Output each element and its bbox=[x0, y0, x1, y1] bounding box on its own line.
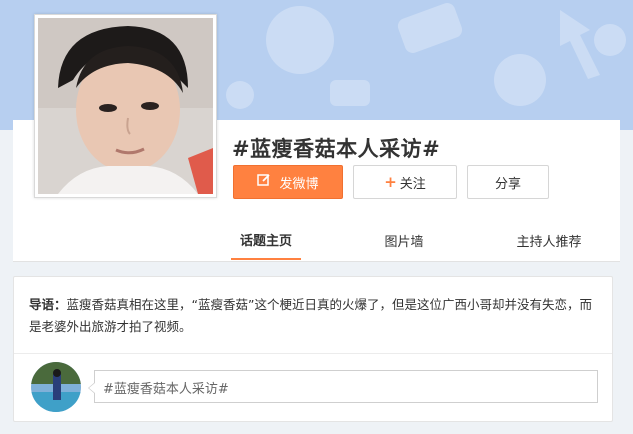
edit-icon bbox=[257, 173, 271, 191]
user-avatar[interactable] bbox=[31, 362, 81, 412]
post-weibo-button[interactable]: 发微博 bbox=[233, 165, 343, 199]
intro-panel: 导语：蓝瘦香菇真相在这里，“蓝瘦香菇”这个梗近日真的火爆了，但是这位广西小哥却并… bbox=[13, 276, 613, 422]
topic-title: #蓝瘦香菇本人采访# bbox=[232, 137, 441, 161]
plus-icon: + bbox=[384, 173, 397, 191]
share-button[interactable]: 分享 bbox=[467, 165, 549, 199]
compose-text: #蓝瘦香菇本人采访# bbox=[103, 382, 229, 397]
intro-body: 蓝瘦香菇真相在这里，“蓝瘦香菇”这个梗近日真的火爆了，但是这位广西小哥却并没有失… bbox=[29, 297, 592, 334]
tab-picture-wall[interactable]: 图片墙 bbox=[369, 220, 439, 260]
topic-avatar bbox=[34, 14, 217, 198]
follow-label: 关注 bbox=[399, 176, 426, 192]
share-label: 分享 bbox=[494, 176, 521, 192]
user-avatar-image bbox=[31, 362, 81, 412]
tab-host-recommend[interactable]: 主持人推荐 bbox=[499, 220, 599, 260]
divider bbox=[14, 353, 612, 354]
tab-topic-home[interactable]: 话题主页 bbox=[231, 220, 301, 260]
tab-host-recommend-label: 主持人推荐 bbox=[516, 234, 582, 250]
intro-lead: 导语： bbox=[29, 297, 67, 312]
portrait-image bbox=[38, 18, 213, 194]
post-weibo-label: 发微博 bbox=[279, 176, 319, 192]
post-compose-input[interactable]: #蓝瘦香菇本人采访# bbox=[88, 370, 598, 403]
tab-topic-home-label: 话题主页 bbox=[239, 233, 292, 249]
follow-button[interactable]: + 关注 bbox=[353, 165, 457, 199]
intro-text: 导语：蓝瘦香菇真相在这里，“蓝瘦香菇”这个梗近日真的火爆了，但是这位广西小哥却并… bbox=[29, 294, 604, 338]
tab-picture-wall-label: 图片墙 bbox=[384, 234, 424, 250]
topic-tabs: 话题主页 图片墙 主持人推荐 bbox=[13, 220, 620, 262]
